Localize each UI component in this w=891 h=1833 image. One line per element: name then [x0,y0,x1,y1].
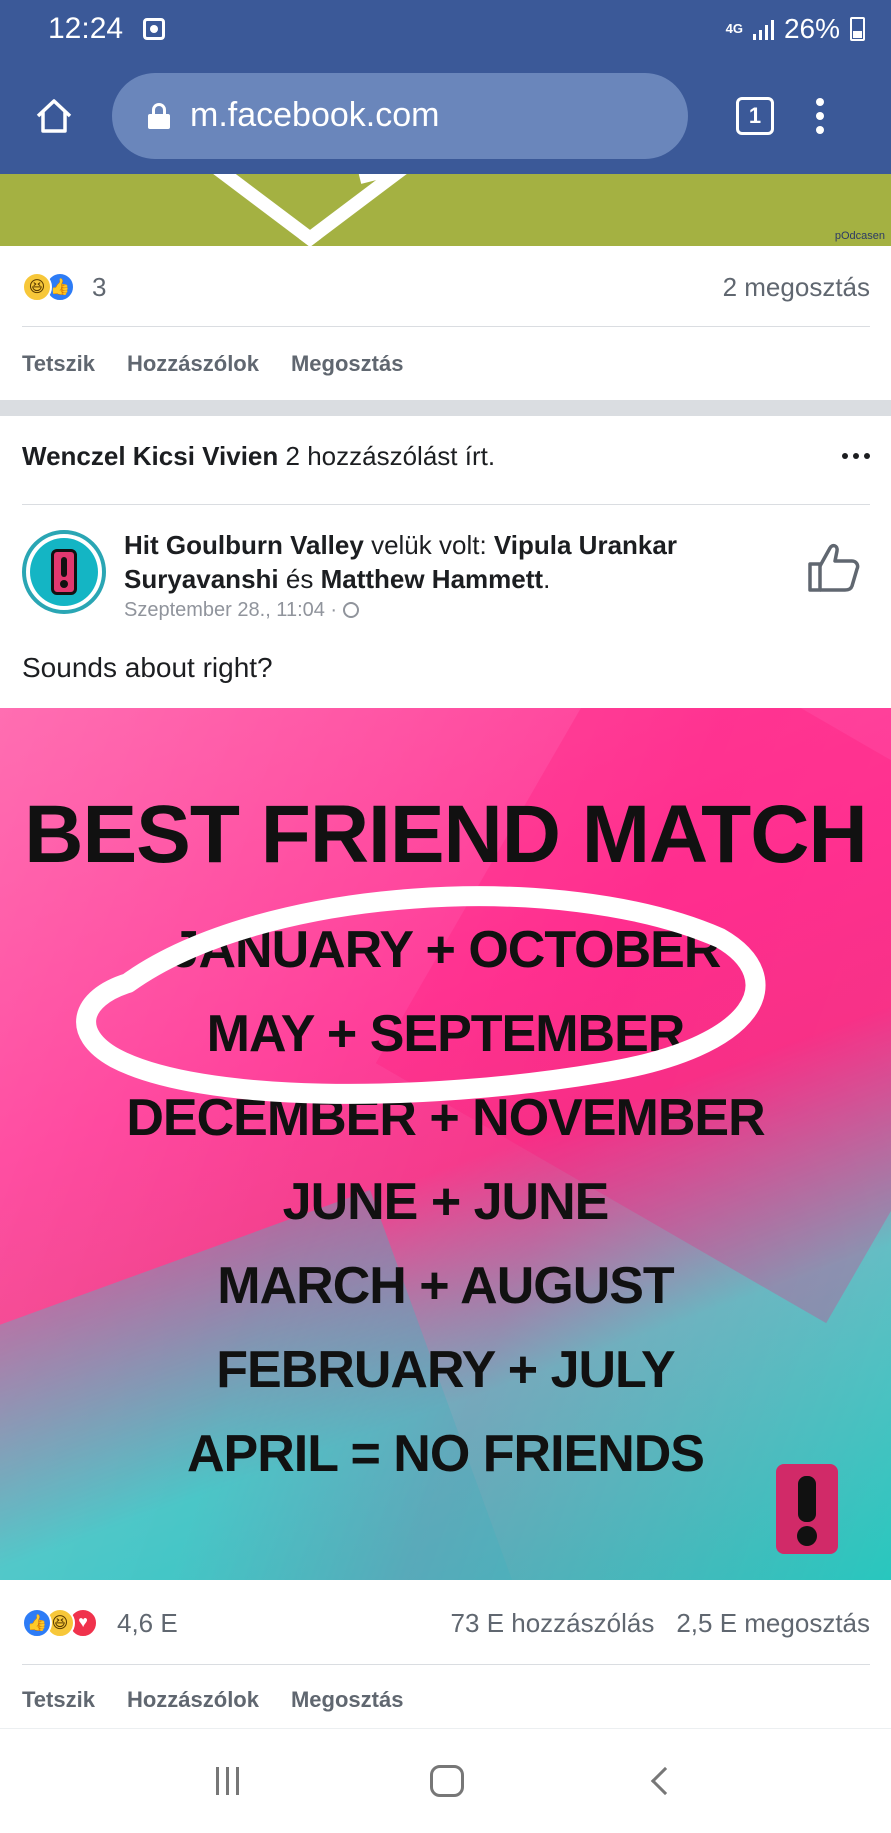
image-line-highlighted: MAY + SEPTEMBER [206,1005,686,1063]
post-image[interactable]: BEST FRIEND MATCH JANUARY + OCTOBER MAY … [0,708,891,1580]
and-text: és [285,564,314,594]
brand-exclamation-icon [776,1464,838,1554]
image-line: DECEMBER + NOVEMBER [126,1089,765,1147]
feed-separator [0,400,891,416]
image-line: FEBRUARY + JULY [216,1341,675,1399]
page-avatar[interactable] [22,530,106,614]
share-count[interactable]: 2,5 E megosztás [676,1608,870,1639]
post-actions: Tetszik Hozzászólok Megosztás [22,1680,403,1720]
post-timestamp[interactable]: Szeptember 28., 11:04 · [124,596,337,624]
network-type-label: 4G [725,20,743,36]
image-line: APRIL = NO FRIENDS [186,1425,705,1483]
post-header: Hit Goulburn Valley velük volt: Vipula U… [124,528,764,624]
like-reaction-icon: 👍 [22,1608,52,1638]
more-options-icon[interactable] [842,453,870,459]
battery-icon [850,16,865,41]
image-line: JANUARY + OCTOBER [170,921,722,979]
lock-icon [148,102,170,129]
thumbs-up-icon[interactable] [806,540,862,594]
image-title: BEST FRIEND MATCH [24,789,867,880]
with-text: velük volt: [371,530,487,560]
recent-apps-icon[interactable] [215,1767,239,1795]
status-time: 12:24 [48,11,124,45]
post-reactions: 👍 😆 ♥ 4,6 E 73 E hozzászólás 2,5 E megos… [22,1598,870,1648]
share-button[interactable]: Megosztás [291,351,403,377]
more-vertical-icon[interactable] [816,97,824,134]
activity-header: Wenczel Kicsi Vivien 2 hozzászólást írt. [22,436,870,476]
divider [22,326,870,327]
activity-user[interactable]: Wenczel Kicsi Vivien [22,441,278,471]
address-bar[interactable]: m.facebook.com [112,72,688,159]
comment-count[interactable]: 73 E hozzászólás [451,1608,655,1639]
haha-reaction-icon: 😆 [22,272,52,302]
tagged-person-2[interactable]: Matthew Hammett [321,564,543,594]
tabs-button[interactable]: 1 [736,96,774,135]
globe-icon [343,602,360,618]
divider [22,1664,870,1665]
period: . [543,564,551,594]
reaction-count: 4,6 E [117,1607,178,1638]
reaction-count: 3 [92,271,107,302]
previous-post-image[interactable]: pOdcasen [0,174,891,246]
share-button[interactable]: Megosztás [291,1687,403,1713]
previous-post-actions: Tetszik Hozzászólok Megosztás [22,344,403,384]
image-line: MARCH + AUGUST [217,1257,674,1315]
url-text: m.facebook.com [190,96,440,134]
signal-icon [752,18,774,40]
divider [22,504,870,505]
previous-post-reactions: 😆 👍 3 2 megosztás [22,262,870,312]
gallery-notification-icon [143,17,166,40]
page-name[interactable]: Hit Goulburn Valley [124,530,364,560]
back-icon[interactable] [651,1766,680,1796]
like-button[interactable]: Tetszik [22,1687,95,1713]
image-text-lines: JANUARY + OCTOBER MAY + SEPTEMBER DECEMB… [0,908,891,1496]
share-count[interactable]: 2 megosztás [723,272,870,303]
system-navigation-bar [0,1728,891,1833]
exclamation-logo-icon [51,549,77,595]
browser-toolbar: m.facebook.com 1 [0,57,891,174]
post-caption: Sounds about right? [22,652,273,683]
image-watermark: pOdcasen [834,230,885,242]
reaction-summary[interactable]: 👍 😆 ♥ 4,6 E [22,1608,178,1639]
status-bar: 12:24 4G 26% [0,0,891,57]
battery-percent: 26% [783,12,840,44]
home-button[interactable] [30,92,78,140]
comment-button[interactable]: Hozzászólok [127,1687,259,1713]
like-button[interactable]: Tetszik [22,351,95,377]
reaction-summary[interactable]: 😆 👍 3 [22,272,106,303]
activity-text: 2 hozzászólást írt. [285,440,496,471]
home-icon [36,98,72,133]
nav-home-icon[interactable] [429,1765,464,1797]
image-line: JUNE + JUNE [282,1173,610,1231]
comment-button[interactable]: Hozzászólok [127,351,259,377]
